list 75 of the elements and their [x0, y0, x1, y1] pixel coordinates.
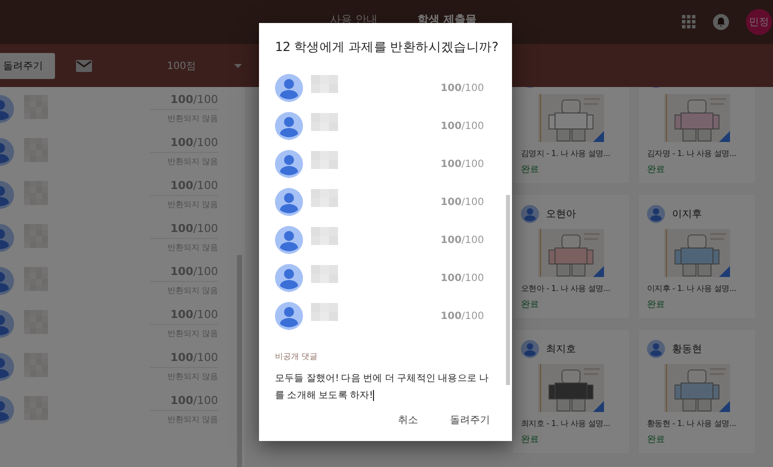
redacted-name	[311, 189, 338, 207]
cancel-button[interactable]: 취소	[398, 413, 418, 427]
avatar-icon	[647, 205, 665, 223]
avatar-icon	[275, 226, 303, 254]
status-text: 완료	[647, 299, 666, 311]
grade-text: 100/100	[440, 196, 484, 208]
student-name: 이지후	[672, 208, 702, 221]
avatar-icon	[275, 112, 303, 140]
submission-title: 황동현 - 1. 나 사용 설명...	[647, 418, 738, 430]
comment-field[interactable]: 모두들 잘했어! 다음 번에 더 구체적인 내용으로 나를 소개해 보도록 하자!	[275, 370, 496, 404]
submission-title: 김영지 - 1. 나 사용 설명...	[521, 148, 612, 160]
redacted-name	[311, 113, 338, 131]
doc-corner-icon	[719, 401, 730, 412]
grade-text[interactable]: 100/100	[150, 265, 218, 282]
return-button[interactable]: 돌려주기	[450, 413, 490, 427]
redacted-name	[311, 75, 338, 93]
redacted-name	[311, 227, 338, 245]
mail-icon[interactable]	[76, 60, 92, 72]
grade-text: 100/100	[440, 272, 484, 284]
points-dropdown[interactable]: 100점	[167, 58, 242, 72]
avatar-icon	[275, 264, 303, 292]
avatar-icon	[275, 150, 303, 178]
doc-corner-icon	[593, 266, 604, 277]
avatar-icon	[521, 340, 539, 358]
status-text: 완료	[521, 434, 540, 446]
submission-title: 이지후 - 1. 나 사용 설명...	[647, 283, 738, 295]
grade-text[interactable]: 100/100	[150, 351, 218, 368]
avatar-icon	[647, 340, 665, 358]
grade-text[interactable]: 100/100	[150, 222, 218, 239]
student-name: 오현아	[546, 208, 576, 221]
grade-text: 100/100	[440, 158, 484, 170]
account-avatar[interactable]: 민정	[746, 9, 772, 35]
student-name: 황동현	[672, 343, 702, 356]
submission-card[interactable]: 황동현 황동현 - 1. 나 사용 설명... 완료	[639, 330, 755, 453]
apps-grid-icon[interactable]	[682, 15, 696, 29]
submission-card[interactable]: 이지후 이지후 - 1. 나 사용 설명... 완료	[639, 195, 755, 318]
doc-corner-icon	[593, 401, 604, 412]
grade-text: 100/100	[440, 234, 484, 246]
submission-title: 김자명 - 1. 나 사용 설명...	[647, 148, 738, 160]
comment-label: 비공개 댓글	[275, 351, 319, 362]
grade-text[interactable]: 100/100	[150, 93, 218, 110]
doc-corner-icon	[719, 266, 730, 277]
avatar-icon	[275, 188, 303, 216]
grade-text[interactable]: 100/100	[150, 394, 218, 411]
status-text: 완료	[647, 434, 666, 446]
grade-text[interactable]: 100/100	[150, 136, 218, 153]
grade-text: 100/100	[440, 310, 484, 322]
redacted-name	[311, 265, 338, 283]
submission-card[interactable]: 김자명 - 1. 나 사용 설명... 완료	[639, 87, 755, 183]
redacted-name	[311, 151, 338, 169]
status-text: 완료	[521, 164, 540, 176]
return-button[interactable]: 돌려주기	[0, 52, 55, 78]
avatar-icon	[275, 302, 303, 330]
grade-text: 100/100	[440, 82, 484, 94]
student-name: 최지호	[546, 343, 576, 356]
grade-text[interactable]: 100/100	[150, 179, 218, 196]
submission-title: 오현아 - 1. 나 사용 설명...	[521, 283, 612, 295]
submission-card[interactable]: 최지호 최지호 - 1. 나 사용 설명... 완료	[513, 330, 629, 453]
dialog-title: 12 학생에게 과제를 반환하시겠습니까?	[275, 38, 496, 56]
grade-text[interactable]: 100/100	[150, 308, 218, 325]
submission-title: 최지호 - 1. 나 사용 설명...	[521, 418, 612, 430]
doc-corner-icon	[719, 131, 730, 142]
submission-card[interactable]: 김영지 - 1. 나 사용 설명... 완료	[513, 87, 629, 183]
status-text: 완료	[647, 164, 666, 176]
notification-bell-icon[interactable]	[713, 14, 729, 30]
scrollbar[interactable]	[237, 255, 242, 467]
redacted-name	[311, 303, 338, 321]
avatar-icon	[521, 205, 539, 223]
submission-card[interactable]: 오현아 오현아 - 1. 나 사용 설명... 완료	[513, 195, 629, 318]
avatar-icon	[275, 74, 303, 102]
caret-icon	[234, 64, 242, 68]
doc-corner-icon	[593, 131, 604, 142]
status-text: 완료	[521, 299, 540, 311]
grade-text: 100/100	[440, 120, 484, 132]
scrollbar[interactable]	[506, 195, 510, 385]
